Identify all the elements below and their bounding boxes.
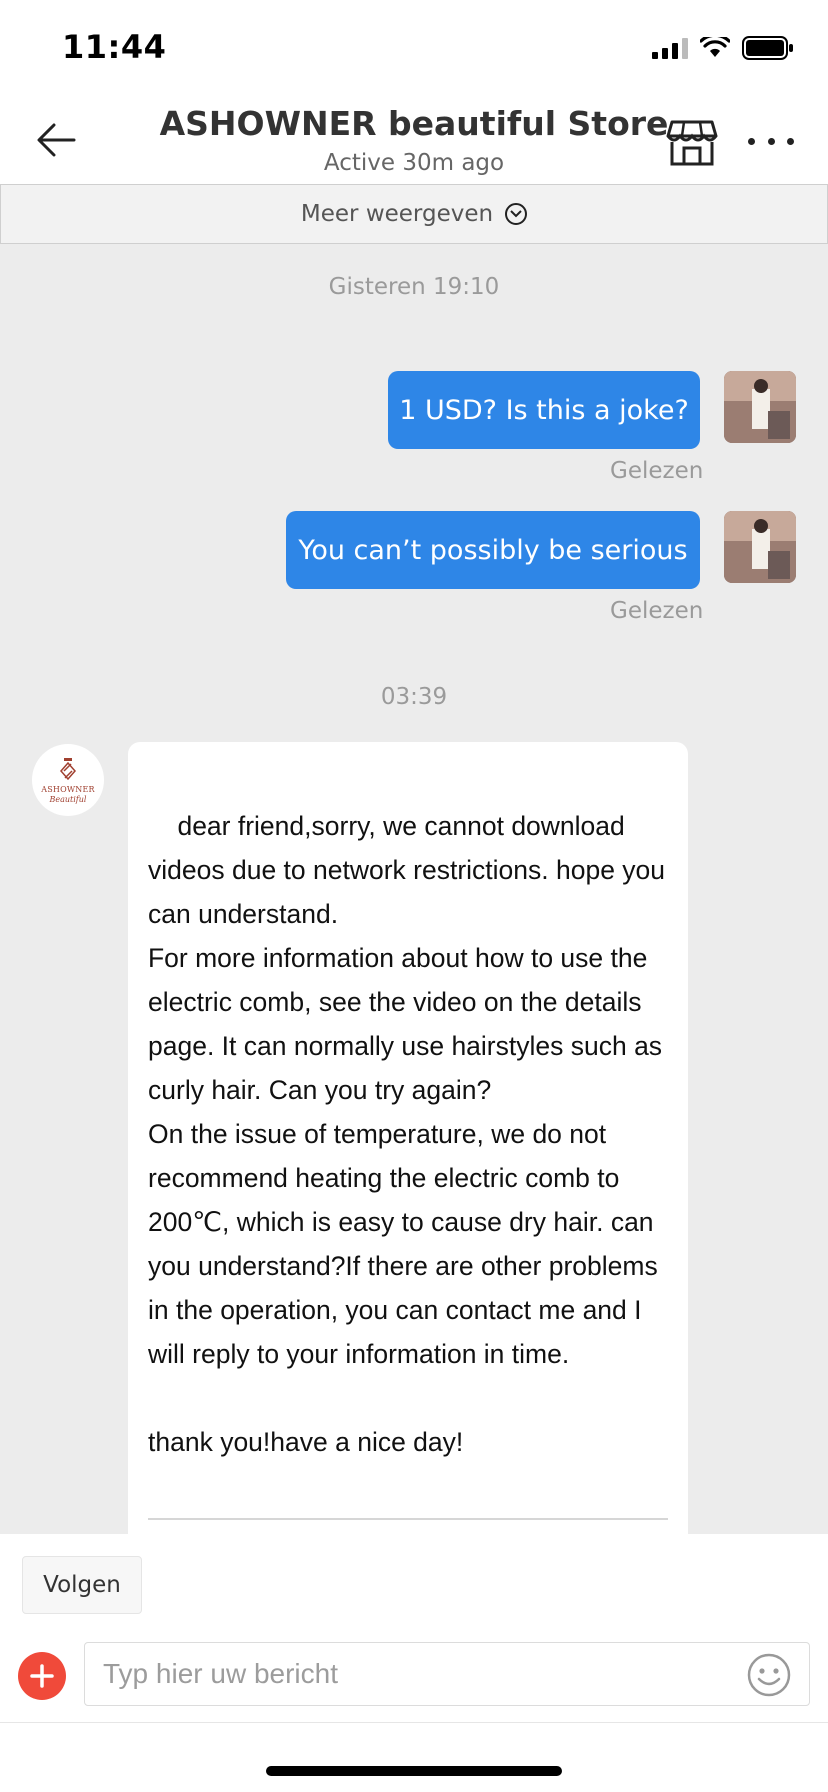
avatar[interactable] bbox=[724, 511, 796, 583]
store-icon bbox=[666, 120, 718, 166]
store-logo-icon bbox=[60, 757, 76, 780]
home-indicator[interactable] bbox=[266, 1766, 562, 1776]
plus-icon bbox=[30, 1664, 54, 1688]
show-more-bar[interactable]: Meer weergeven bbox=[0, 184, 828, 244]
store-avatar[interactable]: ASHOWNER Beautiful bbox=[32, 744, 104, 816]
signal-icon bbox=[652, 37, 688, 59]
incoming-message[interactable]: dear friend,sorry, we cannot download vi… bbox=[128, 742, 688, 1534]
timestamp: 03:39 bbox=[380, 684, 448, 710]
message-input[interactable] bbox=[103, 1643, 723, 1705]
message-divider bbox=[148, 1518, 668, 1520]
wifi-icon bbox=[700, 37, 730, 57]
battery-icon bbox=[742, 36, 793, 60]
emoji-icon bbox=[747, 1653, 791, 1697]
store-logo-subtext: Beautiful bbox=[49, 794, 87, 804]
divider bbox=[0, 1722, 828, 1723]
store-logo-text: ASHOWNER bbox=[41, 784, 95, 794]
timestamp: Gisteren 19:10 bbox=[328, 274, 500, 300]
follow-button[interactable]: Volgen bbox=[22, 1556, 142, 1614]
status-icons bbox=[652, 36, 794, 60]
store-button[interactable] bbox=[666, 118, 718, 168]
chat-area[interactable]: Gisteren 19:10 1 USD? Is this a joke? Ge… bbox=[0, 244, 828, 1534]
avatar[interactable] bbox=[724, 371, 796, 443]
read-status: Gelezen bbox=[610, 458, 704, 484]
chat-header: ASHOWNER beautiful Store Active 30m ago bbox=[0, 96, 828, 184]
message-text: dear friend,sorry, we cannot download vi… bbox=[148, 811, 666, 1457]
message-input-box[interactable] bbox=[84, 1642, 810, 1706]
status-time: 11:44 bbox=[62, 28, 167, 66]
more-options-button[interactable] bbox=[748, 126, 794, 156]
outgoing-message[interactable]: 1 USD? Is this a joke? bbox=[388, 371, 700, 449]
chevron-down-icon bbox=[505, 203, 528, 225]
status-bar: 11:44 bbox=[0, 0, 828, 96]
message-text: You can’t possibly be serious bbox=[298, 534, 688, 566]
add-attachment-button[interactable] bbox=[18, 1652, 66, 1700]
more-dots-icon bbox=[748, 137, 755, 145]
show-more-label: Meer weergeven bbox=[300, 201, 494, 227]
outgoing-message[interactable]: You can’t possibly be serious bbox=[286, 511, 700, 589]
emoji-button[interactable] bbox=[747, 1653, 791, 1697]
read-status: Gelezen bbox=[610, 598, 704, 624]
composer-panel: Volgen bbox=[0, 1534, 828, 1792]
message-text: 1 USD? Is this a joke? bbox=[399, 394, 689, 426]
